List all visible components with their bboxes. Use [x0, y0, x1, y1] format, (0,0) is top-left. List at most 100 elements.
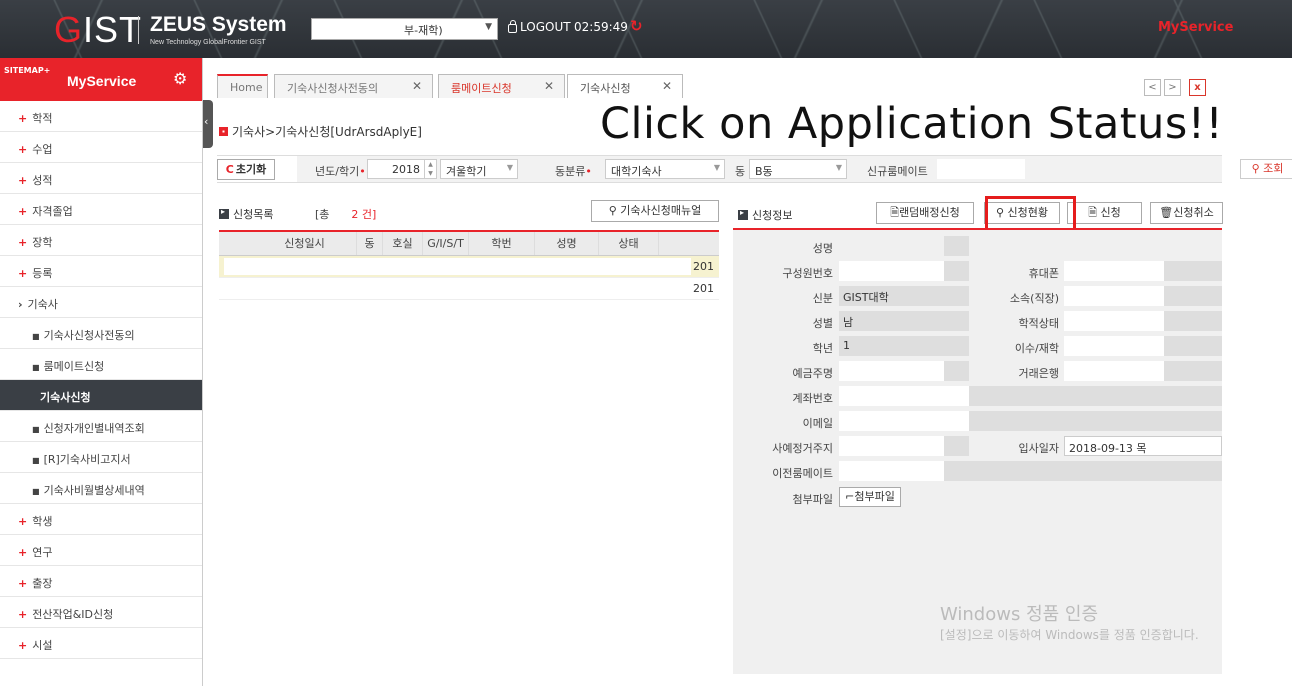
application-list-title: 신청목록: [219, 206, 273, 222]
list-count: [총 2 건]: [315, 206, 376, 222]
tab-roommate-application[interactable]: 룸메이트신청 ✕: [438, 74, 565, 98]
sidebar-collapse-handle[interactable]: [203, 100, 213, 148]
top-myservice-menu[interactable]: MyService: [1140, 0, 1292, 58]
category-label: 동분류•: [555, 165, 592, 178]
random-assignment-button[interactable]: 🗎랜덤배정신청: [876, 202, 974, 224]
tab-prev-button[interactable]: <: [1144, 79, 1161, 96]
query-label: 조회: [1263, 162, 1284, 175]
email-field[interactable]: [839, 411, 969, 431]
grade-field: 1: [839, 336, 969, 356]
term-select[interactable]: 겨울학기 ▼: [440, 159, 518, 179]
affiliation-field: [1064, 286, 1164, 306]
column-header[interactable]: 상태: [599, 232, 659, 255]
logout-button[interactable]: LOGOUT: [508, 19, 571, 34]
sidebar-menu: + 학적 + 수업 + 성적 + 자격졸업 + 장학 + 등록 › 기숙사 ■ 기숙사신청사전동의 ■ 룸메이트신…: [0, 101, 202, 659]
move-in-date-field[interactable]: 2018-09-13 목: [1064, 436, 1222, 456]
breadcrumb: 기숙사>기숙사신청[UdrArsdAplyE]: [232, 125, 422, 139]
spinner-icon[interactable]: ▲ ▼: [424, 160, 436, 178]
sidebar-item-label: 기숙사신청: [40, 391, 91, 404]
tab-label: 룸메이트신청: [451, 82, 512, 95]
sidebar-header: SITEMAP+ MyService ⚙: [0, 58, 202, 101]
tab-home[interactable]: Home: [217, 74, 268, 98]
table-header: 신청일시 동 호실 G/I/S/T 학번 성명 상태: [219, 230, 719, 256]
sidebar-item[interactable]: › 기숙사: [0, 287, 202, 318]
column-header[interactable]: 성명: [535, 232, 599, 255]
column-header[interactable]: 학번: [469, 232, 535, 255]
role-select[interactable]: 부-재학) ▼: [311, 18, 498, 40]
column-header[interactable]: 동: [357, 232, 383, 255]
attachment-button[interactable]: ⌐첨부파일: [839, 487, 901, 507]
bullet-icon: ■: [32, 425, 40, 434]
sidebar-subitem[interactable]: 기숙사신청: [0, 380, 202, 411]
table-row[interactable]: 201: [219, 278, 719, 300]
sidebar-item-label: 학생: [32, 515, 53, 528]
category-value: 대학기숙사: [611, 165, 662, 178]
close-icon[interactable]: ✕: [544, 79, 554, 93]
completion-field: [1064, 336, 1164, 356]
sidebar-item[interactable]: + 시설: [0, 628, 202, 659]
tab-label: 기숙사신청: [580, 82, 631, 95]
close-icon[interactable]: ✕: [662, 79, 672, 93]
sidebar-subitem[interactable]: ■ 신청자개인별내역조회: [0, 411, 202, 442]
depositor-field[interactable]: [839, 361, 944, 381]
bank-field[interactable]: [1064, 361, 1164, 381]
member-no-label: 구성원번호: [782, 267, 833, 280]
chevron-down-icon: ▼: [835, 163, 842, 172]
tab-home-label: Home: [230, 81, 263, 94]
tab-dorm-pre-consent[interactable]: 기숙사신청사전동의 ✕: [274, 74, 433, 98]
sidebar-item[interactable]: + 자격졸업: [0, 194, 202, 225]
column-header[interactable]: 신청일시: [253, 232, 357, 255]
column-header[interactable]: 호실: [383, 232, 423, 255]
prev-roommate-field-end: [944, 461, 1222, 481]
year-term-label: 년도/학기•: [315, 165, 366, 178]
dorm-manual-button[interactable]: ⚲ 기숙사신청매뉴얼: [591, 200, 719, 222]
sidebar-subitem[interactable]: ■ 룸메이트신청: [0, 349, 202, 380]
new-roommate-input[interactable]: [937, 159, 1025, 179]
sidebar-item[interactable]: + 학생: [0, 504, 202, 535]
sidebar-item-label: 신청자개인별내역조회: [43, 422, 145, 435]
sidebar-item[interactable]: + 장학: [0, 225, 202, 256]
close-all-tabs-button[interactable]: x: [1189, 79, 1206, 96]
section-icon: [219, 207, 229, 219]
column-header[interactable]: G/I/S/T: [423, 232, 469, 255]
column-header-spacer: [219, 232, 253, 255]
sidebar-item[interactable]: + 수업: [0, 132, 202, 163]
category-select[interactable]: 대학기숙사 ▼: [605, 159, 725, 179]
reset-button[interactable]: C 초기화: [217, 159, 275, 180]
sidebar-subitem[interactable]: ■ 기숙사신청사전동의: [0, 318, 202, 349]
building-select[interactable]: B동 ▼: [749, 159, 847, 179]
application-info-title: 신청정보: [738, 207, 792, 223]
query-button[interactable]: ⚲ 조회: [1240, 159, 1292, 179]
chevron-down-icon: ▼: [506, 163, 513, 172]
tab-dorm-application[interactable]: 기숙사신청 ✕: [567, 74, 683, 98]
name-field-end: [944, 236, 969, 256]
chevron-right-icon: ›: [18, 298, 23, 311]
status-field: GIST대학: [839, 286, 969, 306]
building-value: B동: [755, 165, 773, 178]
bullet-icon: ■: [32, 332, 40, 341]
sidebar-item[interactable]: + 성적: [0, 163, 202, 194]
sidebar-item[interactable]: + 전산작업&ID신청: [0, 597, 202, 628]
tab-next-button[interactable]: >: [1164, 79, 1181, 96]
apply-button[interactable]: 🗎 신청: [1067, 202, 1142, 224]
year-stepper[interactable]: 2018 ▲ ▼: [367, 159, 437, 179]
close-icon[interactable]: ✕: [412, 79, 422, 93]
plus-icon: +: [18, 236, 28, 249]
sidebar-item[interactable]: + 출장: [0, 566, 202, 597]
document-icon: 🗎: [890, 206, 900, 219]
gist-logo[interactable]: GIST: [54, 12, 142, 48]
member-no-field-end: [944, 261, 969, 281]
sidebar-subitem[interactable]: ■ [R]기숙사비고지서: [0, 442, 202, 473]
account-field[interactable]: [839, 386, 969, 406]
phone-label: 휴대폰: [1028, 267, 1059, 280]
cancel-application-button[interactable]: 🗑신청취소: [1150, 202, 1223, 224]
sidebar-item[interactable]: + 학적: [0, 101, 202, 132]
sidebar-item[interactable]: + 연구: [0, 535, 202, 566]
sidebar-item[interactable]: + 등록: [0, 256, 202, 287]
table-row[interactable]: 201: [219, 256, 719, 278]
email-label: 이메일: [802, 417, 833, 430]
gear-icon[interactable]: ⚙: [173, 69, 187, 88]
sitemap-link[interactable]: SITEMAP+: [4, 66, 50, 75]
refresh-icon[interactable]: ↻: [630, 17, 643, 35]
sidebar-subitem[interactable]: ■ 기숙사비월별상세내역: [0, 473, 202, 504]
